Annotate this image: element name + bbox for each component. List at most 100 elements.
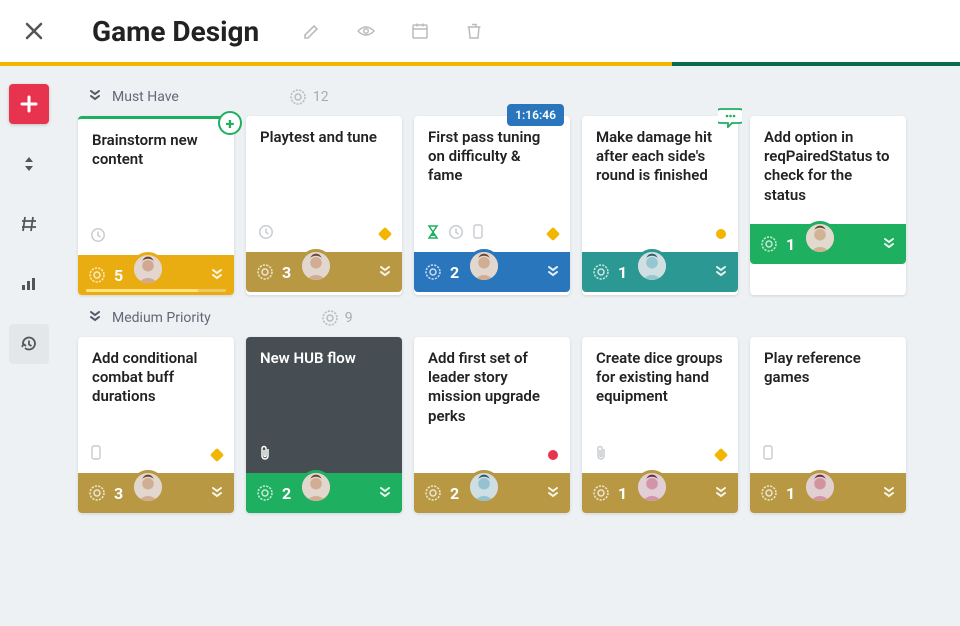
gear-icon [256, 484, 274, 502]
history-button[interactable] [9, 324, 49, 364]
expand-icon[interactable] [882, 235, 896, 254]
priority-dot [210, 448, 224, 462]
avatar[interactable] [467, 249, 501, 283]
clip-icon [594, 445, 608, 465]
header-toolbar [303, 22, 483, 40]
card-icons [582, 224, 738, 252]
card-points: 1 [786, 235, 795, 254]
card-points: 1 [618, 263, 627, 282]
close-button[interactable] [20, 15, 48, 48]
avatar[interactable] [467, 470, 501, 504]
card-title: Add option in reqPairedStatus to check f… [750, 116, 906, 224]
board: Must Have12+Brainstorm new content5Playt… [58, 66, 960, 533]
section-header[interactable]: Medium Priority 9 [78, 295, 940, 337]
clock-icon [448, 224, 464, 244]
add-button[interactable] [9, 84, 49, 124]
card-title: First pass tun­ing on difficulty & fame [414, 116, 570, 224]
gear-icon [88, 266, 106, 284]
task-card[interactable]: 1:16:46First pass tun­ing on difficulty … [414, 116, 570, 295]
gear-icon [592, 484, 610, 502]
card-points: 2 [450, 484, 459, 503]
attach-icon [90, 445, 102, 465]
task-card[interactable]: Add option in reqPairedStatus to check f… [750, 116, 906, 295]
task-card[interactable]: Add first set of leader story mission up… [414, 337, 570, 513]
gear-icon [592, 263, 610, 281]
attach-icon [762, 445, 774, 465]
collapse-icon [88, 309, 102, 327]
eye-icon[interactable] [357, 22, 375, 40]
avatar[interactable] [299, 470, 333, 504]
sort-button[interactable] [9, 144, 49, 184]
card-row: Add conditional combat buff durations 3 Ne… [78, 337, 940, 513]
priority-dot [548, 450, 558, 460]
edit-icon[interactable] [303, 22, 321, 40]
section-count: 12 [289, 88, 329, 106]
card-points: 2 [450, 263, 459, 282]
card-icons [246, 445, 402, 473]
hourglass-icon [426, 224, 440, 244]
expand-icon[interactable] [714, 263, 728, 282]
expand-icon[interactable] [546, 263, 560, 282]
card-title: Make damage hit after each side's round … [582, 116, 738, 224]
priority-dot [714, 448, 728, 462]
card-points: 1 [786, 484, 795, 503]
card-icons [750, 445, 906, 473]
card-title: Add conditional combat buff durations [78, 337, 234, 445]
section-label: Medium Priority [112, 310, 211, 326]
card-icons [414, 445, 570, 473]
expand-icon[interactable] [210, 266, 224, 285]
expand-icon[interactable] [210, 484, 224, 503]
expand-icon[interactable] [546, 484, 560, 503]
card-footer: 1 [582, 473, 738, 513]
avatar[interactable] [803, 221, 837, 255]
card-points: 2 [282, 484, 291, 503]
avatar[interactable] [635, 249, 669, 283]
expand-icon[interactable] [378, 263, 392, 282]
avatar[interactable] [131, 252, 165, 286]
task-card[interactable]: New HUB flow2 [246, 337, 402, 513]
card-title: Play reference games [750, 337, 906, 445]
clock-icon [258, 224, 274, 244]
card-title: Brainstorm new content [78, 119, 234, 227]
card-points: 1 [618, 484, 627, 503]
card-icons [414, 224, 570, 252]
stats-button[interactable] [9, 264, 49, 304]
priority-dot [716, 229, 726, 239]
avatar[interactable] [803, 470, 837, 504]
comment-icon[interactable] [718, 106, 742, 132]
task-card[interactable]: +Brainstorm new content5 [78, 116, 234, 295]
card-footer: 3 [246, 252, 402, 292]
card-points: 5 [114, 266, 123, 285]
card-footer: 3 [78, 473, 234, 513]
gear-icon [760, 235, 778, 253]
section-count: 9 [321, 309, 353, 327]
gear-icon [88, 484, 106, 502]
avatar[interactable] [299, 249, 333, 283]
expand-icon[interactable] [378, 484, 392, 503]
task-card[interactable]: Add conditional combat buff durations 3 [78, 337, 234, 513]
expand-icon[interactable] [882, 484, 896, 503]
avatar[interactable] [635, 470, 669, 504]
task-card[interactable]: Make damage hit after each side's round … [582, 116, 738, 295]
card-footer: 2 [414, 473, 570, 513]
priority-dot [378, 227, 392, 241]
card-footer: 1 [750, 224, 906, 264]
task-card[interactable]: Create dice groups for exist­ing hand eq… [582, 337, 738, 513]
card-icons [78, 445, 234, 473]
expand-icon[interactable] [714, 484, 728, 503]
clip-white-icon [258, 445, 272, 465]
collapse-icon [88, 88, 102, 106]
task-card[interactable]: Playtest and tune3 [246, 116, 402, 295]
card-footer: 2 [414, 252, 570, 292]
hash-button[interactable] [9, 204, 49, 244]
card-title: Add first set of leader story mission up… [414, 337, 570, 445]
avatar[interactable] [131, 470, 165, 504]
calendar-icon[interactable] [411, 22, 429, 40]
plus-icon[interactable]: + [218, 111, 242, 135]
trash-icon[interactable] [465, 22, 483, 40]
card-footer: 1 [582, 252, 738, 292]
header: Game Design [0, 0, 960, 62]
attach-icon [472, 224, 484, 244]
task-card[interactable]: Play reference games 1 [750, 337, 906, 513]
gear-icon [256, 263, 274, 281]
